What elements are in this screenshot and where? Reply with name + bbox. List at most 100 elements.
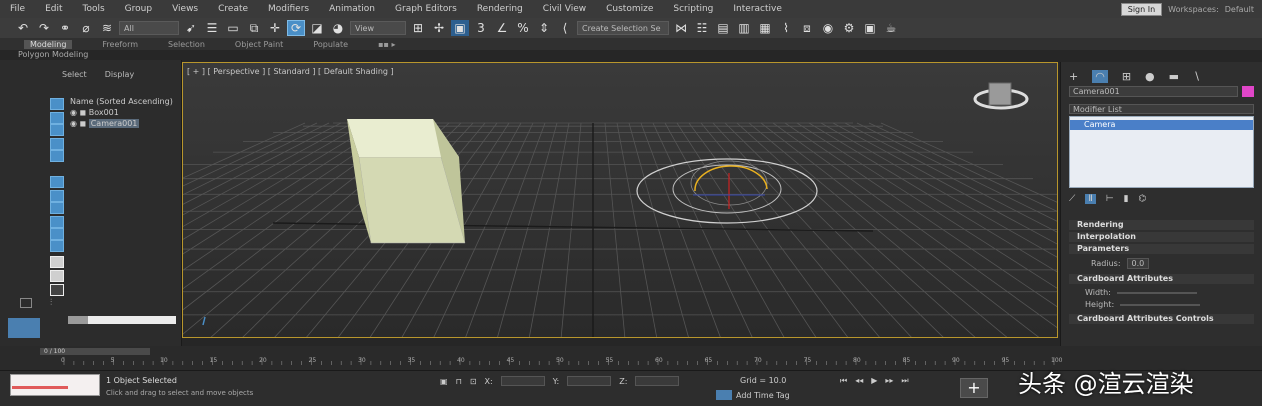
move-icon[interactable]: ✛ xyxy=(266,20,284,36)
motion-tab-icon[interactable]: ● xyxy=(1145,70,1155,83)
object-name-field[interactable]: Camera001 xyxy=(1069,86,1238,97)
pivot-center-icon[interactable]: ⊞ xyxy=(409,20,427,36)
rect-selection-icon[interactable]: ▭ xyxy=(224,20,242,36)
named-selection-set-dropdown[interactable]: Create Selection Se xyxy=(577,21,669,35)
scale-icon[interactable]: ◪ xyxy=(308,20,326,36)
stack-item-camera[interactable]: Camera xyxy=(1070,120,1253,130)
select-by-name-icon[interactable]: ☰ xyxy=(203,20,221,36)
tree-header[interactable]: Name (Sorted Ascending) xyxy=(70,96,173,107)
align-icon[interactable]: ☷ xyxy=(693,20,711,36)
menu-create[interactable]: Create xyxy=(208,4,258,14)
material-editor-icon[interactable]: ◉ xyxy=(819,20,837,36)
hierarchy-tab-icon[interactable]: ⊞ xyxy=(1122,70,1131,83)
angle-snap-icon[interactable]: ∠ xyxy=(493,20,511,36)
rollout-parameters[interactable]: Parameters xyxy=(1069,244,1254,254)
display-geometry-icon[interactable] xyxy=(50,138,64,150)
rollout-rendering[interactable]: Rendering xyxy=(1069,220,1254,230)
menu-civil-view[interactable]: Civil View xyxy=(533,4,596,14)
y-coord-field[interactable] xyxy=(567,376,612,386)
redo-icon[interactable]: ↷ xyxy=(35,20,53,36)
menu-file[interactable]: File xyxy=(0,4,35,14)
unlink-icon[interactable]: ⌀ xyxy=(77,20,95,36)
display-bones-icon[interactable] xyxy=(50,256,64,268)
spinner-snap-icon[interactable]: ⇕ xyxy=(535,20,553,36)
display-shapes-icon[interactable] xyxy=(50,150,64,162)
placement-icon[interactable]: ◕ xyxy=(329,20,347,36)
undo-icon[interactable]: ↶ xyxy=(14,20,32,36)
absolute-mode-icon[interactable]: ⊡ xyxy=(470,377,477,386)
isolate-selection-icon[interactable]: ▣ xyxy=(440,377,448,386)
display-xrefs-icon[interactable] xyxy=(50,240,64,252)
display-tab-icon[interactable]: ▬ xyxy=(1169,70,1179,83)
link-icon[interactable]: ⚭ xyxy=(56,20,74,36)
rollout-cardboard-controls[interactable]: Cardboard Attributes Controls xyxy=(1069,314,1254,324)
menu-group[interactable]: Group xyxy=(115,4,162,14)
display-none-icon[interactable] xyxy=(50,98,64,110)
modifier-list-dropdown[interactable]: Modifier List xyxy=(1069,104,1254,114)
filter-icon[interactable]: ⫶ xyxy=(50,298,62,308)
ribbon-options-icon[interactable]: ▪▪ ▸ xyxy=(378,40,395,49)
menu-edit[interactable]: Edit xyxy=(35,4,72,14)
selection-lock-icon[interactable]: ⊓ xyxy=(456,377,462,386)
explorer-scrollbar[interactable] xyxy=(68,316,176,324)
invert-display-icon[interactable] xyxy=(50,124,64,136)
schematic-view-icon[interactable]: ⧈ xyxy=(798,20,816,36)
keyboard-shortcut-override-icon[interactable]: ▣ xyxy=(451,20,469,36)
x-coord-field[interactable] xyxy=(500,376,545,386)
next-frame-icon[interactable]: ▸▸ xyxy=(885,376,893,386)
tab-freeform[interactable]: Freeform xyxy=(102,40,138,49)
render-icon[interactable]: ☕ xyxy=(882,20,900,36)
mirror-icon[interactable]: ⋈ xyxy=(672,20,690,36)
reference-coord-dropdown[interactable]: View xyxy=(350,21,406,35)
set-key-button[interactable]: + xyxy=(960,378,988,398)
tab-display[interactable]: Display xyxy=(105,70,135,79)
viewport-label[interactable]: [ + ] [ Perspective ] [ Standard ] [ Def… xyxy=(187,67,394,76)
goto-end-icon[interactable]: ⏭ xyxy=(901,376,908,386)
show-end-result-icon[interactable]: Ⅱ xyxy=(1085,194,1096,204)
tab-populate[interactable]: Populate xyxy=(313,40,348,49)
selection-filter-dropdown[interactable]: All xyxy=(119,21,179,35)
select-object-icon[interactable]: ➹ xyxy=(182,20,200,36)
bind-space-warp-icon[interactable]: ≋ xyxy=(98,20,116,36)
window-crossing-icon[interactable]: ⧉ xyxy=(245,20,263,36)
goto-start-icon[interactable]: ⏮ xyxy=(840,376,847,386)
maxscript-listener[interactable] xyxy=(10,374,100,396)
tab-modeling[interactable]: Modeling xyxy=(24,39,73,49)
render-frame-icon[interactable]: ▣ xyxy=(861,20,879,36)
height-value[interactable] xyxy=(1120,303,1201,306)
menu-customize[interactable]: Customize xyxy=(596,4,663,14)
snaps-toggle-icon[interactable]: 3 xyxy=(472,20,490,36)
display-spacewarps-icon[interactable] xyxy=(50,216,64,228)
radius-value[interactable]: 0.0 xyxy=(1126,258,1150,269)
tree-item-camera[interactable]: ◉ ◼ Camera001 xyxy=(70,118,173,129)
tree-item-box[interactable]: ◉ ◼ Box001 xyxy=(70,107,173,118)
tab-object-paint[interactable]: Object Paint xyxy=(235,40,283,49)
edit-named-selection-icon[interactable]: ⟨ xyxy=(556,20,574,36)
create-tab-icon[interactable]: + xyxy=(1069,70,1078,83)
ribbon-toggle-icon[interactable]: ▦ xyxy=(756,20,774,36)
layer-explorer-icon[interactable]: ▥ xyxy=(735,20,753,36)
track-bar[interactable]: 0 5 10 15 20 25 30 35 40 45 50 55 60 65 70 75 80 85 90 95 10… xyxy=(60,357,1062,369)
menu-graph-editors[interactable]: Graph Editors xyxy=(385,4,467,14)
percent-snap-icon[interactable]: % xyxy=(514,20,532,36)
display-helpers-icon[interactable] xyxy=(50,202,64,214)
display-cameras-icon[interactable] xyxy=(50,190,64,202)
play-icon[interactable]: ▶ xyxy=(871,376,877,386)
display-all-icon[interactable] xyxy=(50,112,64,124)
render-setup-icon[interactable]: ⚙ xyxy=(840,20,858,36)
perspective-viewport[interactable]: [ + ] [ Perspective ] [ Standard ] [ Def… xyxy=(182,62,1058,338)
menu-animation[interactable]: Animation xyxy=(319,4,385,14)
layer-toggle-button[interactable] xyxy=(8,318,40,338)
display-containers-icon[interactable] xyxy=(50,270,64,282)
time-slider[interactable]: 0 / 100 xyxy=(40,348,150,355)
rotate-icon[interactable]: ⟳ xyxy=(287,20,305,36)
rollout-interpolation[interactable]: Interpolation xyxy=(1069,232,1254,242)
prev-frame-icon[interactable]: ◂◂ xyxy=(855,376,863,386)
rollout-cardboard-attributes[interactable]: Cardboard Attributes xyxy=(1069,274,1254,284)
z-coord-field[interactable] xyxy=(635,376,680,386)
sign-in-button[interactable]: Sign In xyxy=(1120,2,1163,16)
toggle-explorer-icon[interactable] xyxy=(20,298,32,308)
modify-tab-icon[interactable]: ◠ xyxy=(1092,70,1108,83)
display-lights-icon[interactable] xyxy=(50,176,64,188)
make-unique-icon[interactable]: ⊢ xyxy=(1106,194,1114,204)
